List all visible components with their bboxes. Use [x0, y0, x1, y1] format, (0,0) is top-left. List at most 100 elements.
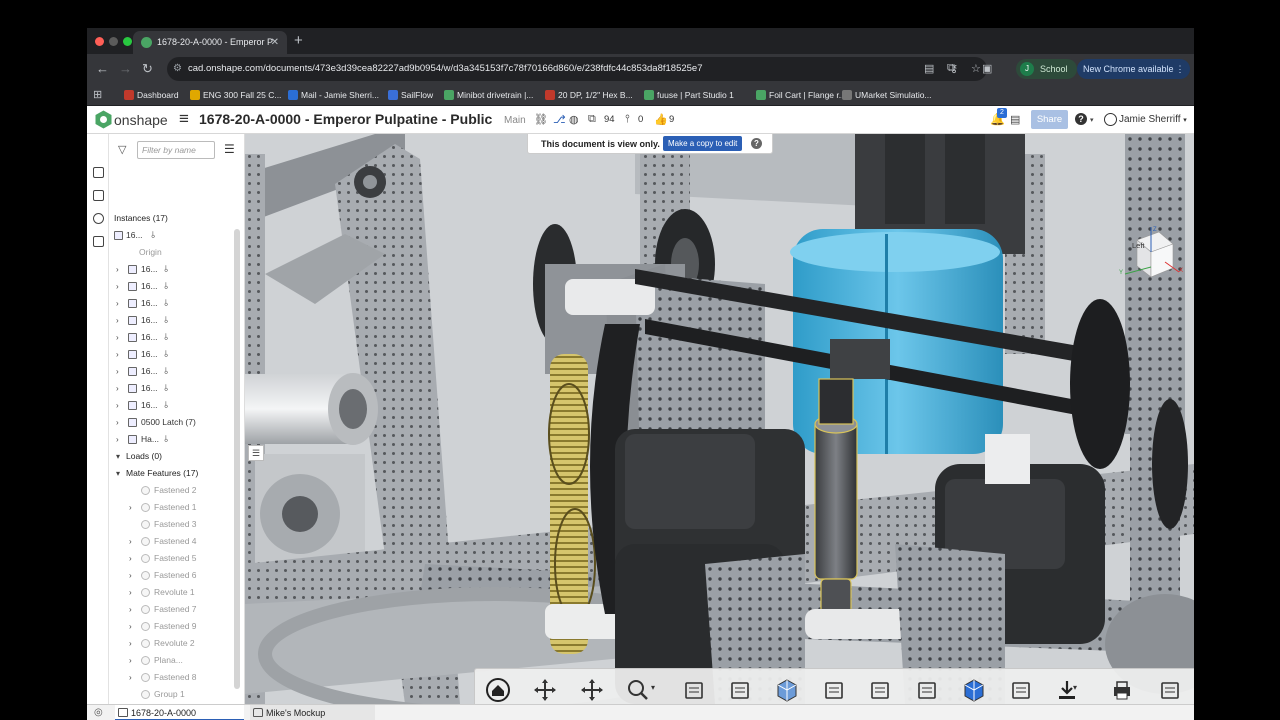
mate-item[interactable]: › Fastened 1	[109, 499, 237, 516]
tab-mikes-mockup[interactable]: Mike's Mockup	[250, 705, 375, 720]
translate-axes-icon[interactable]	[577, 675, 607, 704]
appearance-icon[interactable]	[959, 675, 989, 704]
bookmark-item[interactable]: fuuse | Part Studio 1	[643, 84, 734, 106]
bookmark-item[interactable]: SailFlow	[387, 84, 433, 106]
tab-search-icon[interactable]: ▣	[982, 62, 992, 75]
extensions-puzzle-icon[interactable]: ⧉	[947, 62, 955, 75]
origin-item[interactable]: Origin	[109, 244, 237, 261]
instance-item[interactable]: › 16... ⫰	[109, 363, 237, 380]
onshape-logo-icon[interactable]	[95, 110, 112, 129]
mate-item[interactable]: Fastened 2	[109, 482, 237, 499]
mate-features-header[interactable]: ▾ Mate Features (17)	[109, 465, 237, 482]
instance-item[interactable]: › 16... ⫰	[109, 295, 237, 312]
mate-item[interactable]: Group 1	[109, 686, 237, 703]
reload-icon[interactable]: ↻	[142, 61, 153, 77]
view-cube[interactable]: Z Y X	[1117, 222, 1187, 292]
zoom-view-icon[interactable]	[623, 675, 653, 704]
help-chevron-icon[interactable]: ▾	[1090, 116, 1094, 124]
zoom-dropdown-chevron-icon[interactable]: ▾	[651, 683, 655, 692]
instance-item[interactable]: › 16... ⫰	[109, 346, 237, 363]
expand-chevron-icon[interactable]: ›	[129, 652, 132, 669]
branch-label[interactable]: Main	[504, 115, 526, 126]
bom-table-icon[interactable]	[93, 236, 104, 247]
expand-chevron-icon[interactable]: ›	[116, 312, 119, 329]
chrome-update-button[interactable]: New Chrome available ⋮	[1077, 59, 1190, 79]
back-icon[interactable]: ←	[96, 61, 109, 76]
export-download-icon[interactable]	[1052, 675, 1082, 704]
notice-help-icon[interactable]: ?	[751, 138, 762, 149]
expand-chevron-icon[interactable]: ›	[116, 363, 119, 380]
bookmark-item[interactable]: 20 DP, 1/2" Hex B...	[544, 84, 633, 106]
expand-chevron-icon[interactable]: ›	[129, 567, 132, 584]
expand-chevron-icon[interactable]: ›	[129, 550, 132, 567]
version-graph-icon[interactable]: ⎇	[553, 113, 566, 126]
instance-top[interactable]: 16... ⫰	[109, 227, 237, 244]
filter-input[interactable]: Filter by name	[137, 141, 215, 159]
history-clock-icon[interactable]	[93, 213, 104, 224]
3d-viewport[interactable]: This document is view only. Make a copy …	[245, 134, 1194, 704]
instance-item[interactable]: › 16... ⫰	[109, 329, 237, 346]
pan-move-icon[interactable]	[530, 675, 560, 704]
share-button[interactable]: Share	[1031, 110, 1068, 129]
expand-chevron-icon[interactable]: ›	[116, 397, 119, 414]
bookmark-star-icon[interactable]: ☆	[971, 57, 981, 81]
bookmark-item[interactable]: Foil Cart | Flange r...	[755, 84, 846, 106]
render-mode-icon[interactable]	[772, 675, 802, 704]
mate-item[interactable]: › Revolute 1	[109, 584, 237, 601]
hamburger-menu-icon[interactable]: ≡	[179, 109, 189, 129]
close-tab-icon[interactable]: ✕	[271, 31, 279, 54]
list-view-icon[interactable]: ☰	[224, 142, 235, 156]
assembly-render[interactable]	[245, 134, 1194, 704]
expand-chevron-icon[interactable]: ›	[129, 499, 132, 516]
measure-tape-icon[interactable]	[1155, 675, 1185, 704]
expand-chevron-icon[interactable]: ›	[129, 601, 132, 618]
view-cube-face-label[interactable]: Left	[1132, 241, 1145, 250]
mate-item[interactable]: › Fastened 6	[109, 567, 237, 584]
workspace-list-icon[interactable]: ▤	[1010, 113, 1020, 126]
expand-chevron-icon[interactable]: ›	[116, 329, 119, 346]
filter-funnel-icon[interactable]: ▽	[118, 143, 126, 156]
mate-item[interactable]: › Fastened 8	[109, 669, 237, 686]
expand-chevron-icon[interactable]: ›	[129, 618, 132, 635]
bookmark-item[interactable]: Minibot drivetrain |...	[443, 84, 533, 106]
parts-list-icon[interactable]	[93, 190, 104, 201]
instance-item[interactable]: › 16... ⫰	[109, 397, 237, 414]
mate-item[interactable]: Fastened 3	[109, 516, 237, 533]
print-icon[interactable]	[1107, 675, 1137, 704]
instances-header[interactable]: Instances (17)	[109, 210, 237, 227]
instance-item[interactable]: › 16... ⫰	[109, 261, 237, 278]
export-dropdown-chevron-icon[interactable]: ▾	[1073, 683, 1077, 692]
link-icon[interactable]: ⛓	[534, 113, 548, 126]
folder-latch[interactable]: › 0500 Latch (7)	[109, 414, 237, 431]
doc-extension-icon[interactable]: ▤	[924, 62, 934, 75]
expand-chevron-icon[interactable]: ›	[116, 414, 119, 431]
minimize-window-icon[interactable]	[109, 37, 118, 46]
branches-icon[interactable]: ⫯	[625, 113, 630, 126]
address-bar[interactable]: ⚙ cad.onshape.com/documents/473e3d39cea8…	[167, 57, 987, 81]
collapse-chevron-icon[interactable]: ▾	[116, 448, 120, 465]
drawing-icon[interactable]	[1006, 675, 1036, 704]
make-copy-button[interactable]: Make a copy to edit	[663, 136, 743, 151]
apps-grid-icon[interactable]: ⊞	[93, 84, 102, 106]
expand-chevron-icon[interactable]: ›	[129, 533, 132, 550]
parts-list-icon[interactable]	[819, 675, 849, 704]
section-view-icon[interactable]	[679, 675, 709, 704]
tab-manager-icon[interactable]: ◎	[94, 707, 103, 718]
forward-icon[interactable]: →	[119, 61, 132, 76]
tab-assembly[interactable]: 1678-20-A-0000	[115, 705, 244, 720]
instance-ha[interactable]: › Ha... ⫰	[109, 431, 237, 448]
profile-chip[interactable]: J School	[1016, 59, 1077, 79]
named-views-icon[interactable]	[725, 675, 755, 704]
measure-box-icon[interactable]	[912, 675, 942, 704]
expand-chevron-icon[interactable]: ›	[116, 346, 119, 363]
instance-item[interactable]: › 16... ⫰	[109, 380, 237, 397]
explode-view-icon[interactable]	[865, 675, 895, 704]
mate-item[interactable]: › Fastened 7	[109, 601, 237, 618]
instance-item[interactable]: › 16... ⫰	[109, 278, 237, 295]
feature-list-icon[interactable]	[93, 167, 104, 178]
expand-chevron-icon[interactable]: ›	[116, 295, 119, 312]
mate-item[interactable]: › Fastened 9	[109, 618, 237, 635]
user-menu[interactable]: Jamie Sherriff ▾	[1104, 113, 1187, 126]
versions-icon[interactable]: ⧉	[588, 113, 596, 126]
collapse-chevron-icon[interactable]: ▾	[116, 465, 120, 482]
